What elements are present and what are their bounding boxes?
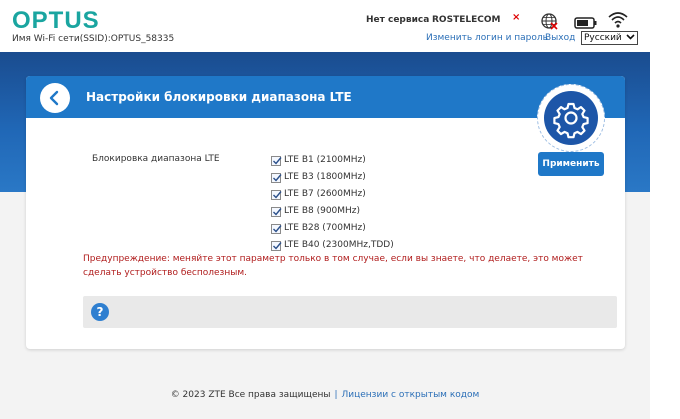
band-checkbox-b7[interactable]: LTE B7 (2600MHz) <box>271 186 394 203</box>
band-checkbox-b8[interactable]: LTE B8 (900MHz) <box>271 203 394 220</box>
checkbox-checked-icon <box>271 172 282 183</box>
change-login-link[interactable]: Изменить логин и пароль <box>426 33 548 43</box>
back-button[interactable] <box>40 83 70 113</box>
globe-blocked-icon <box>540 12 558 30</box>
no-signal-x-icon: × <box>512 12 521 23</box>
logout-link[interactable]: Выход <box>545 33 575 43</box>
language-select[interactable]: Русский <box>581 31 638 45</box>
checkbox-checked-icon <box>271 155 282 166</box>
band-label: LTE B28 (700MHz) <box>284 223 366 233</box>
band-label: LTE B40 (2300MHz,TDD) <box>284 240 394 250</box>
language-select-value: Русский <box>584 33 622 43</box>
page-title: Настройки блокировки диапазона LTE <box>86 90 352 104</box>
checkbox-checked-icon <box>271 223 282 234</box>
band-label: LTE B3 (1800MHz) <box>284 172 366 182</box>
copyright-text: © 2023 ZTE Все права защищены <box>170 390 331 400</box>
settings-badge <box>537 84 605 152</box>
checkbox-checked-icon <box>271 206 282 217</box>
operator-name: ROSTELECOM <box>432 15 501 25</box>
checkbox-checked-icon <box>271 189 282 200</box>
band-label: LTE B7 (2600MHz) <box>284 189 366 199</box>
band-lock-label: Блокировка диапазона LTE <box>92 154 220 164</box>
top-bar: OPTUS Имя Wi-Fi сети(SSID):OPTUS_58335 Н… <box>0 0 650 52</box>
optus-logo: OPTUS <box>12 7 100 34</box>
help-bar: ? <box>83 296 617 328</box>
gear-icon <box>544 91 598 145</box>
wifi-icon <box>608 11 628 29</box>
warning-text: Предупреждение: меняйте этот параметр то… <box>83 254 583 278</box>
apply-button[interactable]: Применить <box>538 152 604 176</box>
band-checkbox-b28[interactable]: LTE B28 (700MHz) <box>271 220 394 237</box>
band-list: LTE B1 (2100MHz) LTE B3 (1800MHz) LTE B7… <box>271 152 394 254</box>
chevron-left-icon <box>49 90 59 106</box>
footer: © 2023 ZTE Все права защищены | Лицензии с… <box>0 390 650 400</box>
chevron-down-icon <box>626 32 635 46</box>
band-label: LTE B1 (2100MHz) <box>284 155 366 165</box>
ssid-text: Имя Wi-Fi сети(SSID):OPTUS_58335 <box>12 34 175 44</box>
checkbox-checked-icon <box>271 240 282 251</box>
band-label: LTE B8 (900MHz) <box>284 206 361 216</box>
licenses-link[interactable]: Лицензии с открытым кодом <box>342 390 480 400</box>
footer-separator: | <box>334 390 338 400</box>
band-checkbox-b1[interactable]: LTE B1 (2100MHz) <box>271 152 394 169</box>
question-icon[interactable]: ? <box>91 303 109 321</box>
battery-icon <box>574 14 598 29</box>
network-status: Нет сервиса <box>366 15 430 25</box>
band-checkbox-b3[interactable]: LTE B3 (1800MHz) <box>271 169 394 186</box>
card-header: Настройки блокировки диапазона LTE <box>26 76 625 118</box>
